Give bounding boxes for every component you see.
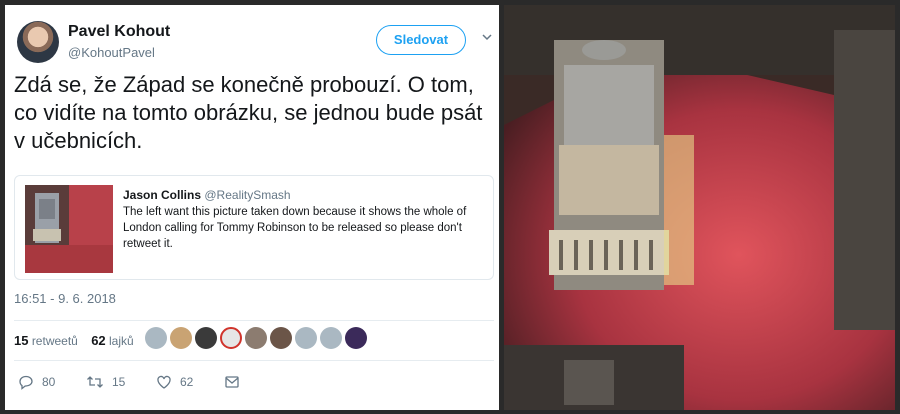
quoted-author[interactable]: Jason Collins @RealitySmash — [123, 188, 291, 202]
retweet-count: 15 — [112, 375, 126, 389]
reply-icon — [19, 375, 33, 390]
retweet-icon — [87, 376, 103, 388]
avatar[interactable] — [170, 327, 192, 349]
chevron-down-icon[interactable] — [481, 31, 493, 43]
avatar[interactable] — [145, 327, 167, 349]
dm-icon — [225, 376, 239, 388]
reply-count: 80 — [42, 375, 56, 389]
quoted-tweet[interactable]: Jason Collins @RealitySmash The left wan… — [14, 175, 494, 280]
quoted-author-handle: @RealitySmash — [204, 188, 291, 202]
quoted-author-name: Jason Collins — [123, 188, 202, 202]
retweets-label[interactable]: retweetů — [32, 334, 78, 348]
likes-count[interactable]: 62 — [91, 333, 105, 348]
author-avatar[interactable] — [17, 21, 59, 63]
avatar[interactable] — [270, 327, 292, 349]
avatar[interactable] — [195, 327, 217, 349]
reply-button[interactable]: 80 — [18, 371, 55, 393]
retweet-button[interactable]: 15 — [86, 371, 125, 393]
tweet-text: Zdá se, že Západ se konečně probouzí. O … — [14, 72, 483, 153]
avatar[interactable] — [295, 327, 317, 349]
tweet-card: Pavel Kohout @KohoutPavel Sledovat Zdá s… — [5, 5, 499, 410]
quoted-text: The left want this picture taken down be… — [123, 206, 467, 250]
avatar[interactable] — [345, 327, 367, 349]
like-count: 62 — [180, 375, 194, 389]
like-button[interactable]: 62 — [156, 371, 193, 393]
avatar[interactable] — [220, 327, 242, 349]
likes-label[interactable]: lajků — [109, 334, 134, 348]
author-handle[interactable]: @KohoutPavel — [68, 45, 155, 60]
follow-button[interactable]: Sledovat — [376, 25, 466, 55]
retweets-count[interactable]: 15 — [14, 333, 28, 348]
dm-button[interactable] — [224, 371, 248, 393]
divider — [14, 360, 494, 361]
avatar[interactable] — [245, 327, 267, 349]
timestamp[interactable]: 16:51 - 9. 6. 2018 — [14, 291, 116, 306]
engagement-stats: 15 retweetů 62 lajků — [14, 333, 134, 348]
tweet-actions: 80 15 62 — [14, 371, 314, 393]
divider — [14, 320, 494, 321]
like-icon — [157, 375, 171, 389]
avatar[interactable] — [320, 327, 342, 349]
author-name[interactable]: Pavel Kohout — [68, 23, 170, 41]
crowd-aerial-photo — [504, 5, 895, 410]
quoted-tweet-thumbnail[interactable] — [25, 185, 113, 273]
